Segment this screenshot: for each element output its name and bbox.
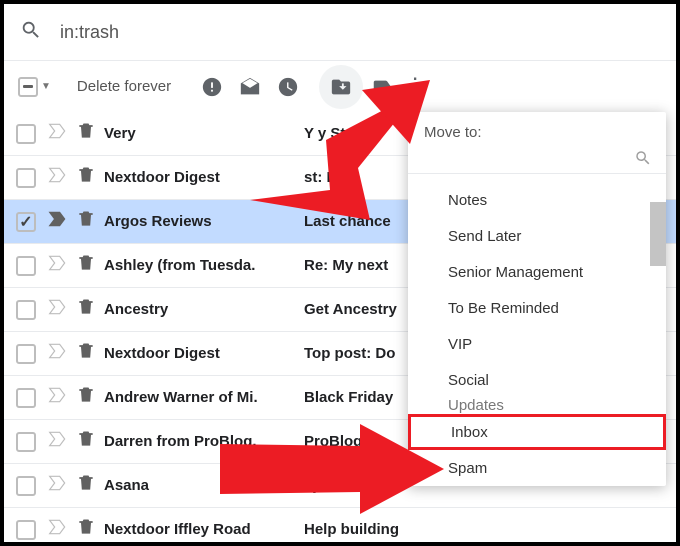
sender: Darren from ProBlog.: [104, 433, 304, 450]
trash-icon[interactable]: [76, 385, 96, 410]
trash-icon[interactable]: [76, 297, 96, 322]
sender: Nextdoor Digest: [104, 345, 304, 362]
popup-items: NotesSend LaterSenior ManagementTo Be Re…: [408, 174, 666, 486]
row-checkbox[interactable]: [16, 168, 36, 188]
popup-item-senior-management[interactable]: Senior Management: [408, 254, 666, 290]
row-checkbox[interactable]: [16, 344, 36, 364]
more-icon[interactable]: ⋮: [401, 82, 429, 91]
important-marker[interactable]: [48, 166, 68, 189]
trash-icon[interactable]: [76, 517, 96, 542]
popup-item-social[interactable]: Social: [408, 362, 666, 398]
important-marker[interactable]: [48, 386, 68, 409]
popup-title: Move to:: [408, 112, 666, 143]
select-checkbox[interactable]: [18, 77, 38, 97]
trash-icon[interactable]: [76, 165, 96, 190]
select-dropdown-caret[interactable]: ▼: [41, 81, 51, 92]
move-to-popup: Move to: NotesSend LaterSenior Managemen…: [408, 112, 666, 486]
search-icon[interactable]: [20, 19, 42, 46]
sender: Very: [104, 125, 304, 142]
popup-item-send-later[interactable]: Send Later: [408, 218, 666, 254]
popup-search[interactable]: [408, 143, 666, 174]
popup-item-vip[interactable]: VIP: [408, 326, 666, 362]
important-marker[interactable]: [48, 254, 68, 277]
popup-item-updates[interactable]: Updates: [408, 398, 666, 414]
move-to-icon[interactable]: [319, 65, 363, 109]
sender: Argos Reviews: [104, 213, 304, 230]
trash-icon[interactable]: [76, 473, 96, 498]
row-checkbox[interactable]: [16, 432, 36, 452]
row-checkbox[interactable]: [16, 476, 36, 496]
trash-icon[interactable]: [76, 429, 96, 454]
sender: Asana: [104, 477, 304, 494]
popup-item-to-be-reminded[interactable]: To Be Reminded: [408, 290, 666, 326]
sender: Andrew Warner of Mi.: [104, 389, 304, 406]
important-marker[interactable]: [48, 474, 68, 497]
row-checkbox[interactable]: [16, 212, 36, 232]
sender: Nextdoor Digest: [104, 169, 304, 186]
important-marker[interactable]: [48, 298, 68, 321]
important-marker[interactable]: [48, 518, 68, 541]
trash-icon[interactable]: [76, 253, 96, 278]
popup-scrollbar[interactable]: [650, 202, 666, 266]
row-checkbox[interactable]: [16, 520, 36, 540]
popup-item-inbox[interactable]: Inbox: [408, 414, 666, 450]
report-spam-icon[interactable]: [193, 76, 231, 98]
important-marker[interactable]: [48, 122, 68, 145]
subject: Help building: [304, 521, 664, 538]
row-checkbox[interactable]: [16, 124, 36, 144]
search-input[interactable]: [58, 21, 458, 44]
popup-item-spam[interactable]: Spam: [408, 450, 666, 486]
row-checkbox[interactable]: [16, 256, 36, 276]
email-row[interactable]: Nextdoor Iffley RoadHelp building: [4, 508, 676, 546]
important-marker[interactable]: [48, 210, 68, 233]
row-checkbox[interactable]: [16, 388, 36, 408]
sender: Ashley (from Tuesda.: [104, 257, 304, 274]
important-marker[interactable]: [48, 342, 68, 365]
popup-item-notes[interactable]: Notes: [408, 182, 666, 218]
trash-icon[interactable]: [76, 341, 96, 366]
trash-icon[interactable]: [76, 121, 96, 146]
sender: Nextdoor Iffley Road: [104, 521, 304, 538]
labels-icon[interactable]: [363, 76, 401, 98]
row-checkbox[interactable]: [16, 300, 36, 320]
important-marker[interactable]: [48, 430, 68, 453]
snooze-icon[interactable]: [269, 76, 307, 98]
delete-forever-button[interactable]: Delete forever: [71, 77, 177, 96]
trash-icon[interactable]: [76, 209, 96, 234]
mark-read-icon[interactable]: [231, 76, 269, 98]
sender: Ancestry: [104, 301, 304, 318]
